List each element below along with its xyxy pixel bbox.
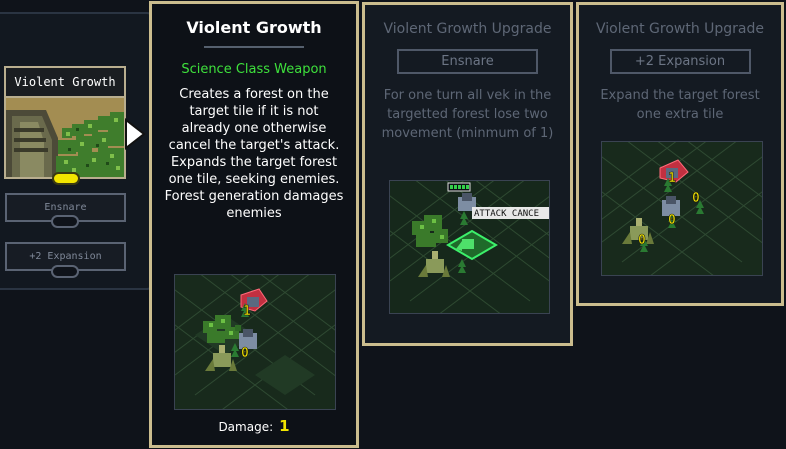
- upgrade-slot-label: Ensnare: [44, 202, 87, 213]
- power-indicator: [52, 172, 80, 185]
- weapon-art-icon: [6, 98, 124, 177]
- upgrade-card-title: Violent Growth Upgrade: [383, 21, 552, 37]
- weapon-class-label: Science Class Weapon: [181, 62, 327, 77]
- preview-board-icon: 10: [175, 275, 335, 409]
- damage-label: Damage:: [218, 420, 274, 434]
- attack-cancel-text: ATTACK CANCE: [474, 209, 539, 219]
- upgrade-name-box: Ensnare: [397, 49, 538, 74]
- weapon-description: Creates a forest on the target tile if i…: [164, 87, 344, 221]
- upgrade-name-box: +2 Expansion: [609, 49, 751, 74]
- upgrade-preview: ATTACK CANCE: [389, 180, 550, 314]
- weapon-card-title: Violent Growth: [6, 68, 124, 98]
- damage-marker: 0: [692, 191, 700, 206]
- upgrade-preview: 1 0 0 0: [601, 141, 763, 276]
- weapon-tooltip-card: Violent Growth Science Class Weapon Crea…: [149, 1, 359, 448]
- weapon-card-violent-growth[interactable]: Violent Growth: [4, 66, 126, 179]
- weapon-preview: 10: [174, 274, 336, 410]
- upgrade-description: Expand the target forest one extra tile: [600, 88, 760, 122]
- pointer-arrow-icon: [125, 118, 146, 150]
- title-divider: [204, 46, 304, 48]
- damage-value: 1: [279, 417, 290, 435]
- damage-marker: 0: [638, 233, 646, 248]
- upgrade-card-title: Violent Growth Upgrade: [595, 21, 765, 37]
- upgrade-tooltip-ensnare: Violent Growth Upgrade Ensnare For one t…: [362, 2, 573, 346]
- damage-marker: 0: [668, 213, 676, 228]
- preview-board-icon: ATTACK CANCE: [390, 181, 549, 313]
- damage-marker: 1: [243, 304, 251, 319]
- damage-row: Damage: 1: [152, 417, 356, 435]
- upgrade-slot-label: +2 Expansion: [29, 251, 102, 262]
- card-title: Violent Growth: [186, 18, 322, 37]
- preview-board-icon: 1 0 0 0: [602, 142, 762, 275]
- upgrade-power-pill[interactable]: [51, 265, 79, 278]
- upgrade-power-pill[interactable]: [51, 215, 79, 228]
- damage-marker: 0: [241, 346, 249, 361]
- upgrade-description: For one turn all vek in the targetted fo…: [381, 88, 554, 141]
- damage-marker: 1: [668, 171, 676, 186]
- upgrade-tooltip-expansion: Violent Growth Upgrade +2 Expansion Expa…: [576, 2, 784, 306]
